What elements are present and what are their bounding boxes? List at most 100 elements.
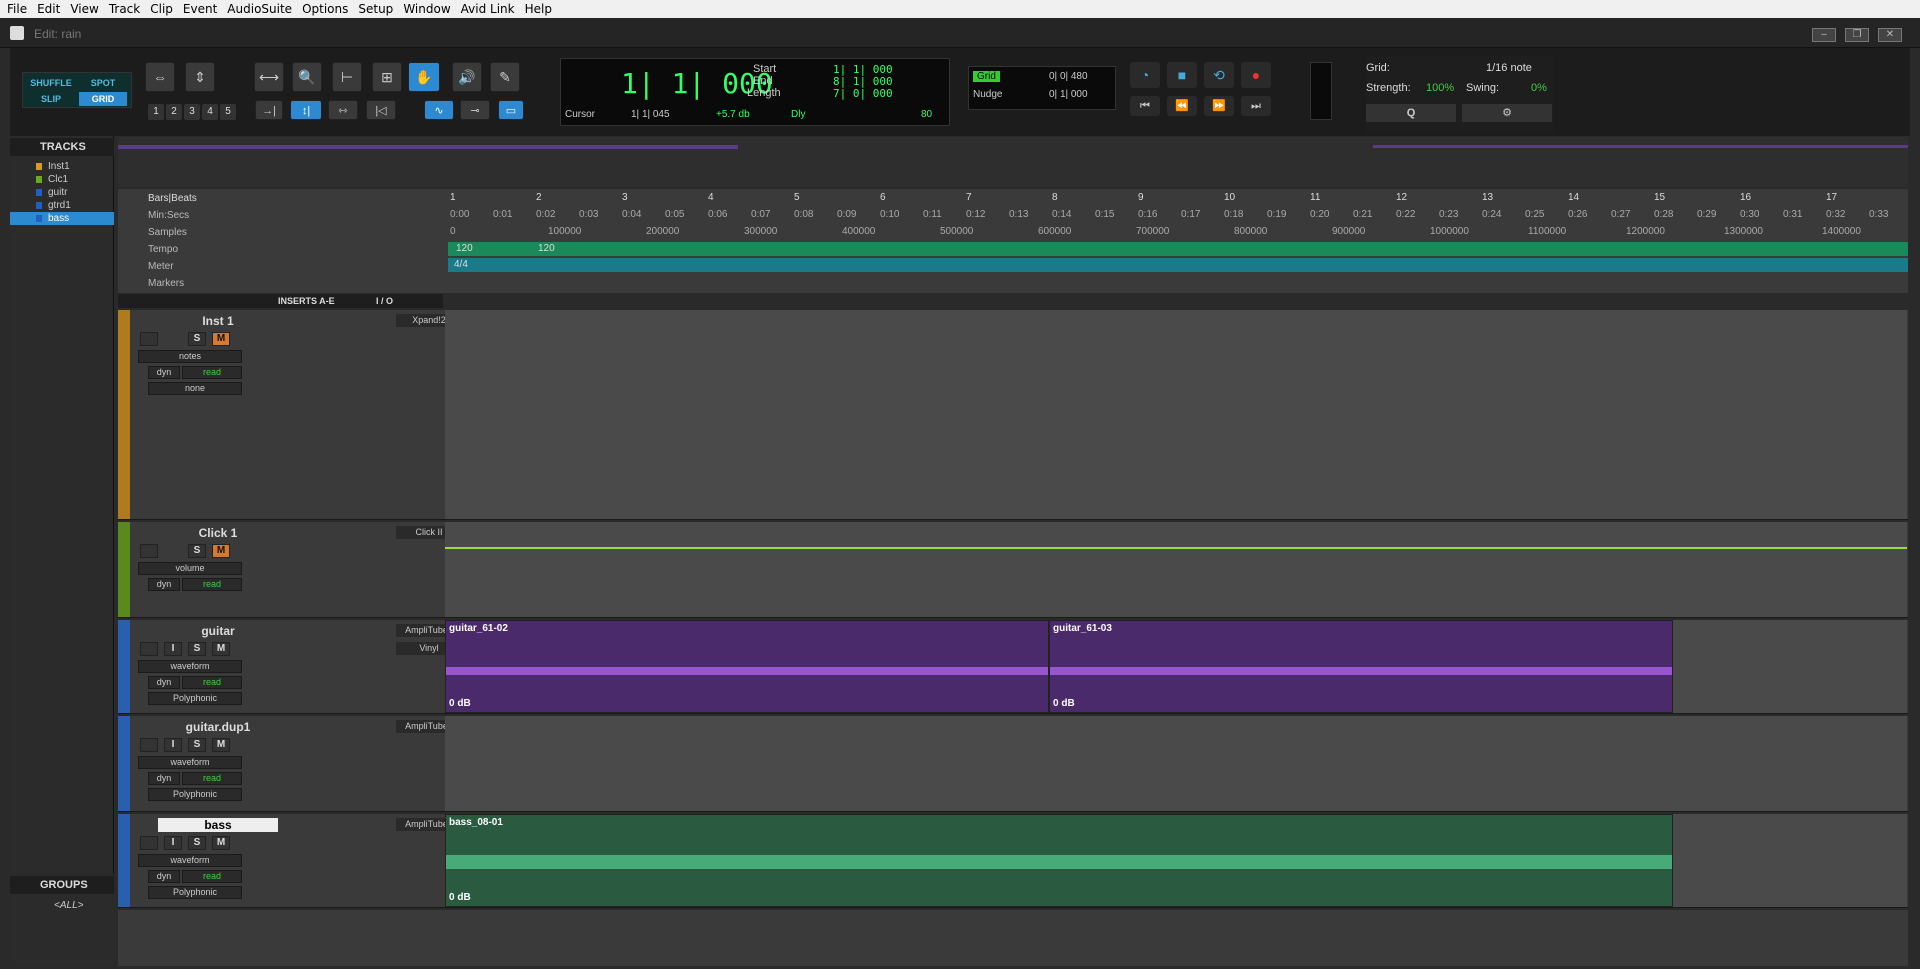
close-button[interactable]: ✕ xyxy=(1878,28,1902,42)
secs-ruler[interactable]: 0:00 0:01 0:02 0:03 0:04 0:05 0:06 0:07 0:08 0:09… xyxy=(448,209,1908,223)
meter-event[interactable]: 4/4 xyxy=(454,259,468,270)
selector-tool-icon[interactable]: ⊞ xyxy=(372,62,402,92)
tempo-event[interactable]: 120 xyxy=(456,243,473,254)
track-view-selector[interactable]: notes xyxy=(138,350,242,363)
loop-button[interactable]: ⟲ xyxy=(1204,62,1234,88)
quantize-grid-value[interactable]: 1/16 note xyxy=(1486,62,1532,74)
pencil-tool-icon[interactable]: ✎ xyxy=(490,62,520,92)
record-arm-button[interactable] xyxy=(140,332,158,346)
solo-button[interactable]: S xyxy=(188,836,206,850)
online-icon[interactable]: ◔ xyxy=(1130,62,1160,88)
track-extra-selector[interactable]: Polyphonic xyxy=(148,692,242,705)
record-button[interactable]: ● xyxy=(1241,62,1271,88)
menu-avid-link[interactable]: Avid Link xyxy=(458,2,522,16)
scrubber-tool-icon[interactable]: 🔊 xyxy=(452,62,482,92)
rewind-button[interactable]: ⏪ xyxy=(1167,96,1197,116)
track-list-item[interactable]: bass xyxy=(10,212,114,225)
menu-track[interactable]: Track xyxy=(106,2,147,16)
fast-forward-button[interactable]: ⏩ xyxy=(1204,96,1234,116)
clip-gain[interactable]: 0 dB xyxy=(1053,698,1075,709)
length-value[interactable]: 7| 0| 000 xyxy=(833,87,893,100)
slip-mode-button[interactable]: SLIP xyxy=(27,92,75,106)
track-playlist-lane[interactable]: bass_08-01 0 dB xyxy=(445,814,1907,907)
tempo-ruler[interactable]: 120 120 xyxy=(448,242,1908,256)
audio-clip[interactable]: guitar_61-02 0 dB xyxy=(445,620,1049,713)
track-view-selector[interactable]: waveform xyxy=(138,660,242,673)
solo-button[interactable]: S xyxy=(188,544,206,558)
grid-label[interactable]: Grid xyxy=(973,71,1000,82)
tempo-event[interactable]: 120 xyxy=(538,243,555,254)
input-monitor-button[interactable]: I xyxy=(164,642,182,656)
nudge-value[interactable]: 0| 1| 000 xyxy=(1049,89,1088,100)
zoom-preset-5[interactable]: 5 xyxy=(220,104,236,120)
zoom-waveform-icon[interactable]: ⇔ xyxy=(145,62,175,92)
input-monitor-button[interactable]: I xyxy=(164,738,182,752)
automation-mode-selector[interactable]: read xyxy=(182,870,242,883)
zoom-preset-4[interactable]: 4 xyxy=(202,104,218,120)
nudge-label[interactable]: Nudge xyxy=(973,89,1002,100)
track-playlist-lane[interactable]: guitar_61-02 0 dB guitar_61-03 0 dB xyxy=(445,620,1907,713)
track-playlist-lane[interactable] xyxy=(445,716,1907,811)
track-list-item[interactable]: Inst1 xyxy=(10,160,114,173)
rtz-button[interactable]: ⏮ xyxy=(1130,96,1160,116)
track-name[interactable]: Inst 1 xyxy=(158,314,278,328)
automation-follows-icon[interactable]: ⊸ xyxy=(460,100,490,120)
audio-clip[interactable]: bass_08-01 0 dB xyxy=(445,814,1673,907)
dyn-label[interactable]: dyn xyxy=(148,366,180,379)
track-list-item[interactable]: Clc1 xyxy=(10,173,114,186)
spot-mode-button[interactable]: SPOT xyxy=(79,76,127,90)
automation-mode-selector[interactable]: read xyxy=(182,366,242,379)
mute-button[interactable]: M xyxy=(212,642,230,656)
audio-clip[interactable]: guitar_61-03 0 dB xyxy=(1049,620,1673,713)
dyn-label[interactable]: dyn xyxy=(148,870,180,883)
track-name[interactable]: bass xyxy=(158,818,278,832)
menu-help[interactable]: Help xyxy=(522,2,559,16)
link-track-icon[interactable]: ⇿ xyxy=(328,100,358,120)
grabber-tool-icon[interactable]: ✋ xyxy=(408,62,440,92)
quantize-button[interactable]: Q xyxy=(1366,104,1456,122)
restore-button[interactable]: ❐ xyxy=(1845,28,1869,42)
strength-value[interactable]: 100% xyxy=(1426,82,1454,94)
shuffle-mode-button[interactable]: SHUFFLE xyxy=(27,76,75,90)
solo-button[interactable]: S xyxy=(188,332,206,346)
record-arm-button[interactable] xyxy=(140,544,158,558)
menu-audiosuite[interactable]: AudioSuite xyxy=(224,2,299,16)
mute-button[interactable]: M xyxy=(212,836,230,850)
track-playlist-lane[interactable] xyxy=(445,310,1907,519)
zoom-preset-2[interactable]: 2 xyxy=(166,104,182,120)
menu-setup[interactable]: Setup xyxy=(355,2,400,16)
gear-icon[interactable]: ⚙ xyxy=(1462,104,1552,122)
track-extra-selector[interactable]: none xyxy=(148,382,242,395)
end-button[interactable]: ⏭ xyxy=(1241,96,1271,116)
bars-ruler[interactable]: 1 2 3 4 5 6 7 8 9 10 11 12 13 14 15 16 17 xyxy=(448,192,1908,206)
zoom-preset-3[interactable]: 3 xyxy=(184,104,200,120)
record-arm-button[interactable] xyxy=(140,738,158,752)
track-name[interactable]: guitar.dup1 xyxy=(158,720,278,734)
mute-button[interactable]: M xyxy=(212,332,230,346)
dyn-label[interactable]: dyn xyxy=(148,578,180,591)
automation-mode-selector[interactable]: read xyxy=(182,676,242,689)
group-all[interactable]: <ALL> xyxy=(54,900,83,911)
minimize-button[interactable]: – xyxy=(1812,28,1836,42)
track-view-selector[interactable]: volume xyxy=(138,562,242,575)
clip-gain[interactable]: 0 dB xyxy=(449,892,471,903)
meter-ruler[interactable]: 4/4 xyxy=(448,258,1908,272)
track-name[interactable]: Click 1 xyxy=(158,526,278,540)
automation-mode-selector[interactable]: read xyxy=(182,578,242,591)
menu-clip[interactable]: Clip xyxy=(147,2,180,16)
zoomer-tool-icon[interactable]: ⟷ xyxy=(254,62,284,92)
automation-mode-selector[interactable]: read xyxy=(182,772,242,785)
zoom-tool-icon[interactable]: 🔍 xyxy=(292,62,322,92)
track-playlist-lane[interactable] xyxy=(445,522,1907,617)
solo-button[interactable]: S xyxy=(188,738,206,752)
record-arm-button[interactable] xyxy=(140,836,158,850)
track-view-selector[interactable]: waveform xyxy=(138,854,242,867)
mute-button[interactable]: M xyxy=(212,738,230,752)
menu-event[interactable]: Event xyxy=(180,2,224,16)
menu-options[interactable]: Options xyxy=(299,2,355,16)
samples-ruler[interactable]: 0 100000 200000 300000 400000 500000 600000 700… xyxy=(448,226,1908,240)
dyn-label[interactable]: dyn xyxy=(148,676,180,689)
menu-view[interactable]: View xyxy=(67,2,105,16)
grid-value[interactable]: 0| 0| 480 xyxy=(1049,71,1088,82)
screen-view-icon[interactable]: ▭ xyxy=(498,100,524,120)
